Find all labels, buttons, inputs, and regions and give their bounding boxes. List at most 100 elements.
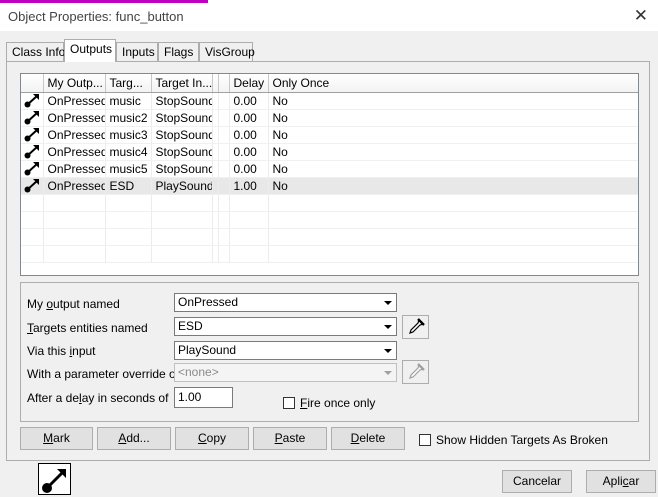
cell-only-once: No xyxy=(268,177,638,195)
empty-cell xyxy=(268,228,638,246)
copy-button[interactable]: Copy xyxy=(175,427,249,450)
show-hidden-targets-checkbox[interactable]: Show Hidden Targets As Broken xyxy=(419,433,608,447)
empty-cell xyxy=(218,228,230,246)
cell-blank xyxy=(218,109,230,127)
cell-input: StopSound xyxy=(151,126,213,144)
empty-cell xyxy=(151,228,213,246)
empty-cell xyxy=(218,211,230,229)
column-header-output[interactable]: My Outp... xyxy=(43,74,106,93)
cell-blank xyxy=(218,126,230,144)
cell-output: OnPressed xyxy=(43,109,106,127)
column-header-only-once[interactable]: Only Once xyxy=(268,74,638,93)
cell-blank xyxy=(218,92,230,110)
tab-inputs[interactable]: Inputs xyxy=(116,42,158,62)
cell-only-once: No xyxy=(268,109,638,127)
delete-button[interactable]: Delete xyxy=(331,427,405,450)
empty-cell xyxy=(43,194,106,212)
table-row[interactable]: OnPressed ESD PlaySound 1.00 No xyxy=(21,177,638,195)
cell-delay: 0.00 xyxy=(229,126,269,144)
cell-blank xyxy=(218,143,230,161)
empty-cell xyxy=(21,228,44,246)
table-row[interactable]: OnPressed music2 StopSound 0.00 No xyxy=(21,109,638,127)
fire-once-checkbox[interactable]: Fire once only xyxy=(283,396,375,410)
delay-label: After a delay in seconds of xyxy=(27,391,169,405)
mark-button[interactable]: Mark xyxy=(20,427,93,450)
cell-output: OnPressed xyxy=(43,143,106,161)
show-hidden-label: Show Hidden Targets As Broken xyxy=(436,433,608,447)
cell-input: PlaySound xyxy=(151,177,213,195)
output-icon xyxy=(21,177,44,195)
empty-cell xyxy=(105,211,152,229)
show-hidden-box[interactable] xyxy=(419,434,431,446)
column-header-input[interactable]: Target In... xyxy=(151,74,213,93)
tab-visgroup[interactable]: VisGroup xyxy=(199,42,255,62)
cancel-button[interactable]: Cancelar xyxy=(502,470,572,493)
empty-row xyxy=(21,211,638,229)
output-named-select[interactable]: OnPressed xyxy=(174,293,397,312)
apply-button[interactable]: Aplicar xyxy=(586,470,656,493)
via-input-value: PlaySound xyxy=(178,343,237,357)
cell-blank xyxy=(218,160,230,178)
cell-delay: 0.00 xyxy=(229,109,269,127)
eyedropper-icon xyxy=(408,363,425,379)
chevron-down-icon[interactable] xyxy=(380,318,396,335)
empty-cell xyxy=(229,228,269,246)
empty-cell xyxy=(105,245,152,263)
output-icon xyxy=(21,143,44,161)
output-icon xyxy=(21,160,44,178)
targets-named-label: Targets entities named xyxy=(27,321,148,335)
chevron-down-icon[interactable] xyxy=(380,342,396,359)
tab-class-info[interactable]: Class Info xyxy=(6,42,65,62)
table-row[interactable]: OnPressed music5 StopSound 0.00 No xyxy=(21,160,638,178)
cell-only-once: No xyxy=(268,92,638,110)
output-connection-icon xyxy=(38,463,71,495)
table-row[interactable]: OnPressed music StopSound 0.00 No xyxy=(21,92,638,110)
cell-only-once: No xyxy=(268,160,638,178)
parameter-override-select: <none> xyxy=(174,363,397,382)
cell-input: StopSound xyxy=(151,109,213,127)
tab-flags[interactable]: Flags xyxy=(158,42,199,62)
delay-input[interactable]: 1.00 xyxy=(174,387,233,408)
parameter-eyedropper-button xyxy=(402,360,429,384)
empty-row xyxy=(21,228,638,246)
via-input-select[interactable]: PlaySound xyxy=(174,341,397,360)
title-bar: Object Properties: func_button ✕ xyxy=(0,3,658,31)
fire-once-box[interactable] xyxy=(283,397,295,409)
cell-input: StopSound xyxy=(151,160,213,178)
cell-target: music3 xyxy=(105,126,152,144)
cell-target: music2 xyxy=(105,109,152,127)
column-header-delay[interactable]: Delay xyxy=(229,74,269,93)
empty-cell xyxy=(21,211,44,229)
cell-target: music4 xyxy=(105,143,152,161)
empty-cell xyxy=(151,211,213,229)
outputs-list[interactable]: My Outp... Targ... Target In... Delay On… xyxy=(20,73,639,276)
add-button[interactable]: Add... xyxy=(97,427,171,450)
chevron-down-icon xyxy=(380,364,396,381)
paste-button[interactable]: Paste xyxy=(253,427,327,450)
empty-cell xyxy=(105,194,152,212)
cell-target: ESD xyxy=(105,177,152,195)
close-icon[interactable]: ✕ xyxy=(634,6,648,26)
table-row[interactable]: OnPressed music4 StopSound 0.00 No xyxy=(21,143,638,161)
empty-cell xyxy=(268,194,638,212)
empty-cell xyxy=(229,211,269,229)
column-header-blank[interactable] xyxy=(218,74,230,93)
chevron-down-icon[interactable] xyxy=(380,294,396,311)
column-header-icon[interactable] xyxy=(21,74,44,93)
cell-input: StopSound xyxy=(151,143,213,161)
cell-output: OnPressed xyxy=(43,92,106,110)
empty-cell xyxy=(43,211,106,229)
empty-cell xyxy=(151,245,213,263)
tab-outputs[interactable]: Outputs xyxy=(64,39,116,62)
cell-delay: 0.00 xyxy=(229,143,269,161)
target-eyedropper-button[interactable] xyxy=(402,315,429,339)
cell-input: StopSound xyxy=(151,92,213,110)
column-header-target[interactable]: Targ... xyxy=(105,74,152,93)
cell-delay: 0.00 xyxy=(229,92,269,110)
cell-output: OnPressed xyxy=(43,160,106,178)
table-row[interactable]: OnPressed music3 StopSound 0.00 No xyxy=(21,126,638,144)
empty-cell xyxy=(218,245,230,263)
output-icon xyxy=(21,92,44,110)
targets-named-select[interactable]: ESD xyxy=(174,317,397,336)
empty-row xyxy=(21,194,638,212)
